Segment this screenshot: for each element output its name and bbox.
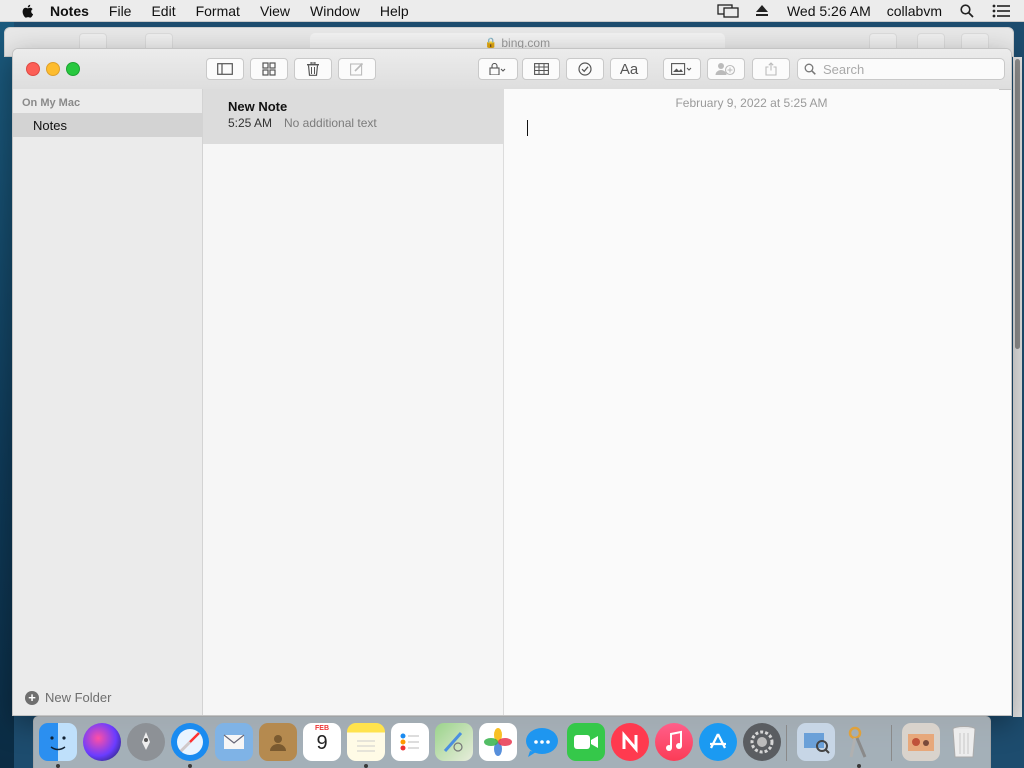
search-icon [804,63,816,75]
reminders-icon[interactable] [391,723,429,761]
new-note-button[interactable] [338,58,376,80]
note-time: 5:25 AM [228,116,273,130]
compose-icon [350,62,364,76]
menu-edit[interactable]: Edit [141,3,185,19]
keychain-icon[interactable] [840,723,878,761]
spotlight-search-icon[interactable] [956,3,978,19]
sidebar-folder-notes[interactable]: Notes [13,113,202,137]
scrollbar-thumb[interactable] [1015,59,1020,349]
running-indicator [857,764,861,768]
share-icon [765,62,777,76]
calendar-month: FEB [315,725,329,732]
running-indicator [56,764,60,768]
sidebar-icon [217,63,233,75]
scrollbar[interactable] [1013,57,1022,717]
menu-user[interactable]: collabvm [879,3,950,19]
finder-icon[interactable] [39,723,77,761]
menu-view[interactable]: View [250,3,300,19]
add-people-icon [715,63,736,76]
plus-circle-icon: + [25,690,39,705]
dock: FEB 9 [33,716,991,768]
notes-list: New Note 5:25 AM No additional text [203,89,504,715]
toggle-sidebar-button[interactable] [206,58,244,80]
note-title: New Note [228,99,288,114]
maps-icon[interactable] [435,723,473,761]
new-folder-label: New Folder [45,690,112,705]
account-section-title: On My Mac [22,97,81,109]
lock-icon: 🔒 [484,37,498,49]
add-people-button[interactable] [707,58,745,80]
table-icon [533,63,549,75]
checklist-button[interactable] [566,58,604,80]
calendar-day: 9 [316,732,328,754]
zoom-button[interactable] [66,62,80,76]
dock-separator [786,725,787,761]
checkmark-circle-icon [578,62,592,76]
note-date: February 9, 2022 at 5:25 AM [675,96,828,110]
lock-icon [489,63,506,75]
safari-icon[interactable] [171,723,209,761]
launchpad-icon[interactable] [127,723,165,761]
new-folder-button[interactable]: + New Folder [25,690,111,705]
notes-window: Aa On My Mac Notes + New Folder New Note [12,48,1012,716]
text-style-label: Aa [619,60,639,78]
text-style-button[interactable]: Aa [610,58,648,80]
gallery-view-button[interactable] [250,58,288,80]
menu-bar: Notes File Edit Format View Window Help … [0,0,1024,22]
menu-help[interactable]: Help [370,3,419,19]
close-button[interactable] [26,62,40,76]
table-button[interactable] [522,58,560,80]
delete-note-button[interactable] [294,58,332,80]
menu-file[interactable]: File [99,3,142,19]
menu-clock[interactable]: Wed 5:26 AM [779,3,879,19]
dock-separator [891,725,892,761]
search-field[interactable] [797,58,1005,80]
menu-format[interactable]: Format [186,3,250,19]
photos-icon[interactable] [479,723,517,761]
lock-note-button[interactable] [478,58,518,80]
note-editor[interactable]: February 9, 2022 at 5:25 AM [504,89,999,715]
running-indicator [364,764,368,768]
facetime-icon[interactable] [567,723,605,761]
siri-icon[interactable] [83,723,121,761]
folder-label: Notes [33,117,67,133]
note-list-item[interactable]: New Note 5:25 AM No additional text [203,89,503,144]
display-mirroring-icon[interactable] [717,3,739,19]
share-button[interactable] [752,58,790,80]
app-store-icon[interactable] [699,723,737,761]
menu-window[interactable]: Window [300,3,370,19]
contacts-icon[interactable] [259,723,297,761]
preview-icon[interactable] [797,723,835,761]
messages-icon[interactable] [523,723,561,761]
music-icon[interactable] [655,723,693,761]
downloads-stack-icon[interactable] [902,723,940,761]
media-button[interactable] [663,58,701,80]
notification-center-icon[interactable] [990,3,1012,19]
search-input[interactable] [821,60,995,78]
news-icon[interactable] [611,723,649,761]
apple-menu-icon[interactable] [20,3,36,19]
running-indicator [188,764,192,768]
calendar-icon[interactable]: FEB 9 [303,723,341,761]
eject-icon[interactable] [751,3,773,19]
text-cursor [527,120,528,136]
minimize-button[interactable] [46,62,60,76]
system-preferences-icon[interactable] [743,723,781,761]
mail-icon[interactable] [215,723,253,761]
menu-app-name[interactable]: Notes [46,3,99,19]
window-toolbar: Aa [13,49,1011,90]
folders-sidebar: On My Mac Notes + New Folder [13,89,203,715]
photo-browser-icon [671,63,692,75]
note-preview: No additional text [284,116,377,130]
grid-icon [262,62,276,76]
trash-icon [307,62,319,76]
trash-icon[interactable] [945,723,983,761]
notes-icon[interactable] [347,723,385,761]
